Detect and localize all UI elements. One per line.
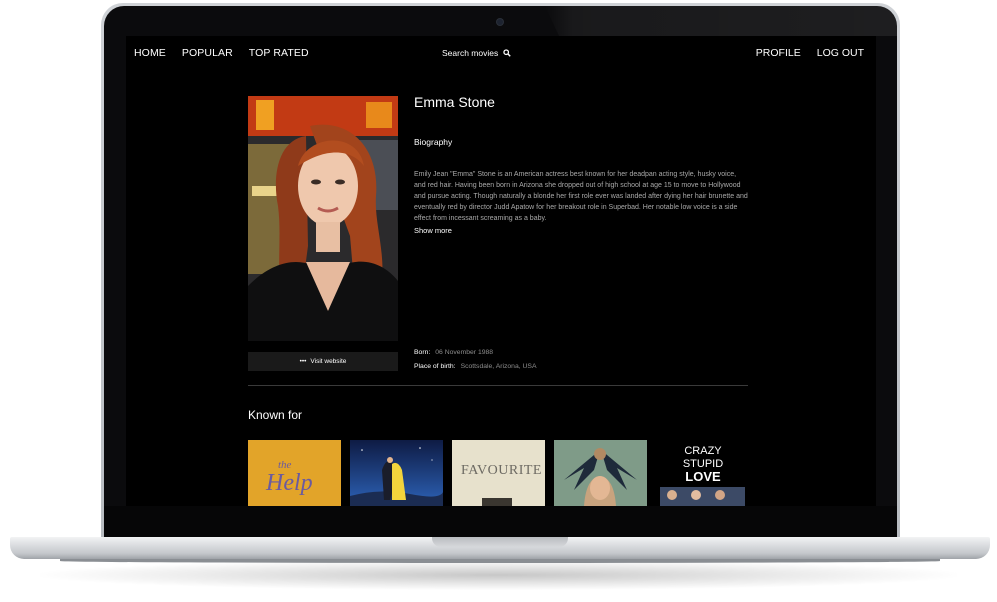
nav-home-link[interactable]: HOME — [134, 47, 166, 59]
la-la-land-artwork — [350, 440, 443, 506]
poster-birdman[interactable] — [554, 440, 647, 506]
birthplace-label: Place of birth: — [414, 363, 456, 370]
born-label: Born: — [414, 349, 431, 356]
crazy-stupid-love-artwork: CRAZY STUPID LOVE — [656, 440, 749, 506]
laptop-base-notch — [432, 537, 568, 547]
the-favourite-artwork: FAVOURITE — [452, 440, 545, 506]
svg-text:Help: Help — [265, 470, 313, 496]
nav-profile-link[interactable]: PROFILE — [756, 47, 801, 59]
svg-text:CRAZY: CRAZY — [684, 445, 722, 457]
biography-text: Emily Jean "Emma" Stone is an American a… — [414, 171, 748, 222]
svg-text:LOVE: LOVE — [685, 469, 721, 484]
visit-website-label: Visit website — [310, 358, 347, 365]
top-navigation: HOME POPULAR TOP RATED Search movies PRO… — [126, 36, 876, 72]
show-more-link[interactable]: Show more — [414, 226, 452, 235]
search-movies-input[interactable]: Search movies — [442, 48, 511, 58]
birthplace-value: Scottsdale, Arizona, USA — [460, 363, 537, 370]
search-label: Search movies — [442, 48, 499, 58]
laptop-screen: HOME POPULAR TOP RATED Search movies PRO… — [126, 36, 876, 506]
biography-heading: Biography — [414, 137, 453, 147]
portrait-image — [248, 96, 398, 341]
search-icon — [503, 49, 511, 57]
nav-popular-link[interactable]: POPULAR — [182, 47, 233, 59]
birthplace-row: Place of birth: Scottsdale, Arizona, USA — [414, 363, 537, 370]
nav-top-rated-link[interactable]: TOP RATED — [249, 47, 309, 59]
visit-website-button[interactable]: ••• Visit website — [248, 352, 398, 371]
birdman-artwork — [554, 440, 647, 506]
the-help-artwork: the Help — [248, 440, 341, 506]
poster-the-help[interactable]: the Help — [248, 440, 341, 506]
ellipsis-icon: ••• — [299, 358, 307, 365]
poster-crazy-stupid-love[interactable]: CRAZY STUPID LOVE — [656, 440, 749, 506]
profile-photo — [248, 96, 398, 341]
bezel-glare — [545, 6, 897, 36]
screen-chin — [104, 506, 897, 537]
poster-la-la-land[interactable] — [350, 440, 443, 506]
nav-left-links: HOME POPULAR TOP RATED — [134, 47, 309, 59]
nav-right-links: PROFILE LOG OUT — [756, 47, 864, 59]
nav-logout-link[interactable]: LOG OUT — [817, 47, 864, 59]
born-value: 06 November 1988 — [435, 349, 494, 356]
laptop-shadow — [40, 560, 957, 590]
svg-text:FAVOURITE: FAVOURITE — [461, 463, 542, 478]
laptop-base-foot — [60, 559, 940, 563]
born-row: Born: 06 November 1988 — [414, 349, 493, 356]
webcam-icon — [497, 19, 503, 25]
section-divider — [248, 385, 748, 386]
known-for-heading: Known for — [248, 408, 303, 422]
person-name: Emma Stone — [414, 94, 495, 110]
poster-the-favourite[interactable]: FAVOURITE — [452, 440, 545, 506]
